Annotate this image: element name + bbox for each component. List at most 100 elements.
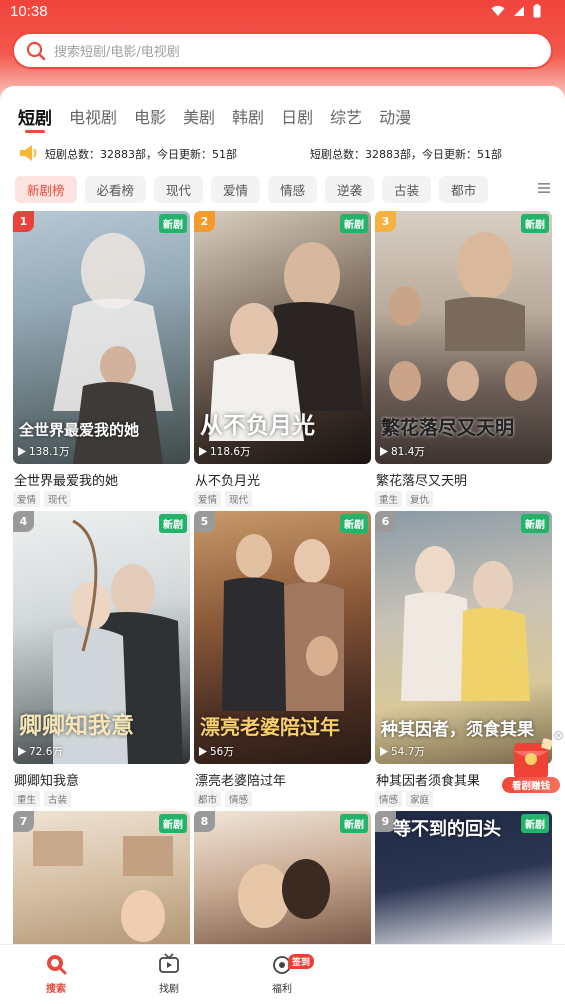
tab-tv-series[interactable]: 电视剧 (69, 104, 117, 129)
drama-poster[interactable]: 5 新剧 漂亮老婆陪过年 56万 (194, 511, 371, 764)
drama-tags: 爱情 现代 (13, 491, 72, 507)
stats-ticker: 短剧总数：32883部，今日更新：51部 短剧总数：32883部，今日更新：51… (18, 143, 558, 163)
rank-badge: 6 (375, 511, 396, 532)
nav-find-label: 找剧 (159, 984, 179, 995)
tab-variety[interactable]: 综艺 (330, 104, 362, 129)
filter-emotion[interactable]: 情感 (268, 176, 318, 203)
battery-icon (533, 4, 541, 18)
new-badge: 新剧 (159, 814, 187, 833)
drama-title[interactable]: 漂亮老婆陪过年 (195, 770, 286, 789)
filter-chips: 新剧榜 必看榜 现代 爱情 情感 逆袭 古装 都市 (15, 176, 489, 203)
drama-title[interactable]: 全世界最爱我的她 (14, 470, 118, 489)
drama-title[interactable]: 种其因者须食其果 (376, 770, 480, 789)
view-count-text: 56万 (210, 746, 234, 758)
poster-title: 从不负月光 (200, 412, 315, 439)
play-icon (380, 447, 388, 456)
drama-tag: 古装 (44, 791, 72, 807)
drama-tag: 爱情 (194, 491, 222, 507)
tab-anime[interactable]: 动漫 (379, 104, 411, 129)
speaker-icon (20, 145, 37, 161)
play-icon (18, 447, 26, 456)
view-count: 56万 (199, 744, 234, 759)
view-count-text: 118.6万 (210, 446, 251, 458)
filter-costume[interactable]: 古装 (382, 176, 432, 203)
drama-title[interactable]: 繁花落尽又天明 (376, 470, 467, 489)
wifi-icon (491, 5, 505, 16)
tab-short-drama[interactable]: 短剧 (18, 104, 52, 133)
filter-comeback[interactable]: 逆袭 (325, 176, 375, 203)
bottom-nav: 搜索 找剧 福利 (0, 944, 565, 1004)
status-bar: 10:38 (0, 0, 565, 26)
drama-tag: 重生 (13, 791, 41, 807)
tv-icon (159, 953, 179, 973)
drama-tags: 爱情 现代 (194, 491, 253, 507)
drama-poster[interactable]: 9 新剧 等不到的回头 (375, 811, 552, 944)
tab-movie[interactable]: 电影 (134, 104, 166, 129)
rank-badge: 4 (13, 511, 34, 532)
poster-title: 卿卿知我意 (19, 712, 134, 739)
view-count-text: 54.7万 (391, 746, 425, 758)
drama-tag: 爱情 (13, 491, 41, 507)
drama-tag: 情感 (225, 791, 253, 807)
new-badge: 新剧 (159, 214, 187, 233)
filter-modern[interactable]: 现代 (154, 176, 204, 203)
watch-earn-label: 看剧赚钱 (502, 777, 560, 793)
category-tabs: 短剧 电视剧 电影 美剧 韩剧 日剧 综艺 动漫 (18, 104, 428, 133)
view-count: 54.7万 (380, 744, 425, 759)
view-count: 72.6万 (18, 744, 63, 759)
new-badge: 新剧 (159, 514, 187, 533)
nav-find[interactable]: 找剧 (139, 953, 199, 995)
play-icon (199, 747, 207, 756)
filter-new-list[interactable]: 新剧榜 (15, 176, 77, 203)
menu-icon[interactable] (537, 181, 551, 195)
new-badge: 新剧 (521, 214, 549, 233)
drama-tags: 重生 复仇 (375, 491, 434, 507)
drama-poster[interactable]: 6 新剧 种其因者，须食其果 54.7万 (375, 511, 552, 764)
nav-search[interactable]: 搜索 (26, 953, 86, 995)
drama-title[interactable]: 卿卿知我意 (14, 770, 79, 789)
drama-tag: 现代 (225, 491, 253, 507)
drama-poster[interactable]: 7 新剧 (13, 811, 190, 944)
tab-k-drama[interactable]: 韩剧 (232, 104, 264, 129)
filter-romance[interactable]: 爱情 (211, 176, 261, 203)
drama-tag: 家庭 (406, 791, 434, 807)
drama-title[interactable]: 从不负月光 (195, 470, 260, 489)
play-icon (18, 747, 26, 756)
poster-title: 繁花落尽又天明 (381, 417, 515, 439)
drama-tags: 都市 情感 (194, 791, 253, 807)
signal-icon (514, 6, 524, 16)
drama-poster[interactable]: 8 新剧 (194, 811, 371, 944)
poster-title: 等不到的回头 (393, 819, 501, 840)
red-envelope-icon (514, 738, 553, 779)
drama-poster[interactable]: 2 新剧 从不负月光 118.6万 (194, 211, 371, 464)
rank-badge: 8 (194, 811, 215, 832)
rank-badge: 7 (13, 811, 34, 832)
tab-j-drama[interactable]: 日剧 (281, 104, 313, 129)
view-count-text: 72.6万 (29, 746, 63, 758)
play-icon (199, 447, 207, 456)
drama-tags: 情感 家庭 (375, 791, 434, 807)
filter-urban[interactable]: 都市 (439, 176, 489, 203)
watch-earn-button[interactable]: 看剧赚钱 (502, 737, 560, 797)
new-badge: 新剧 (340, 214, 368, 233)
new-badge: 新剧 (521, 514, 549, 533)
view-count: 81.4万 (380, 444, 425, 459)
rank-badge: 1 (13, 211, 34, 232)
drama-tag: 现代 (44, 491, 72, 507)
drama-poster[interactable]: 4 新剧 卿卿知我意 72.6万 (13, 511, 190, 764)
play-icon (380, 747, 388, 756)
search-icon (26, 41, 46, 60)
poster-title: 全世界最爱我的她 (19, 421, 140, 439)
rank-badge: 3 (375, 211, 396, 232)
nav-welfare-label: 福利 (272, 984, 292, 995)
poster-title: 漂亮老婆陪过年 (200, 715, 340, 739)
tab-us-drama[interactable]: 美剧 (183, 104, 215, 129)
drama-tags: 重生 古装 (13, 791, 72, 807)
drama-poster[interactable]: 1 新剧 全世界最爱我的她 138.1万 (13, 211, 190, 464)
search-input[interactable]: 搜索短剧/电影/电视剧 (12, 32, 553, 69)
drama-poster[interactable]: 3 新剧 繁花落尽又天明 81.4万 (375, 211, 552, 464)
filter-must-watch[interactable]: 必看榜 (84, 176, 147, 203)
stats-text-repeat: 短剧总数：32883部，今日更新：51部 (310, 148, 502, 161)
drama-tag: 都市 (194, 791, 222, 807)
new-badge: 新剧 (340, 514, 368, 533)
